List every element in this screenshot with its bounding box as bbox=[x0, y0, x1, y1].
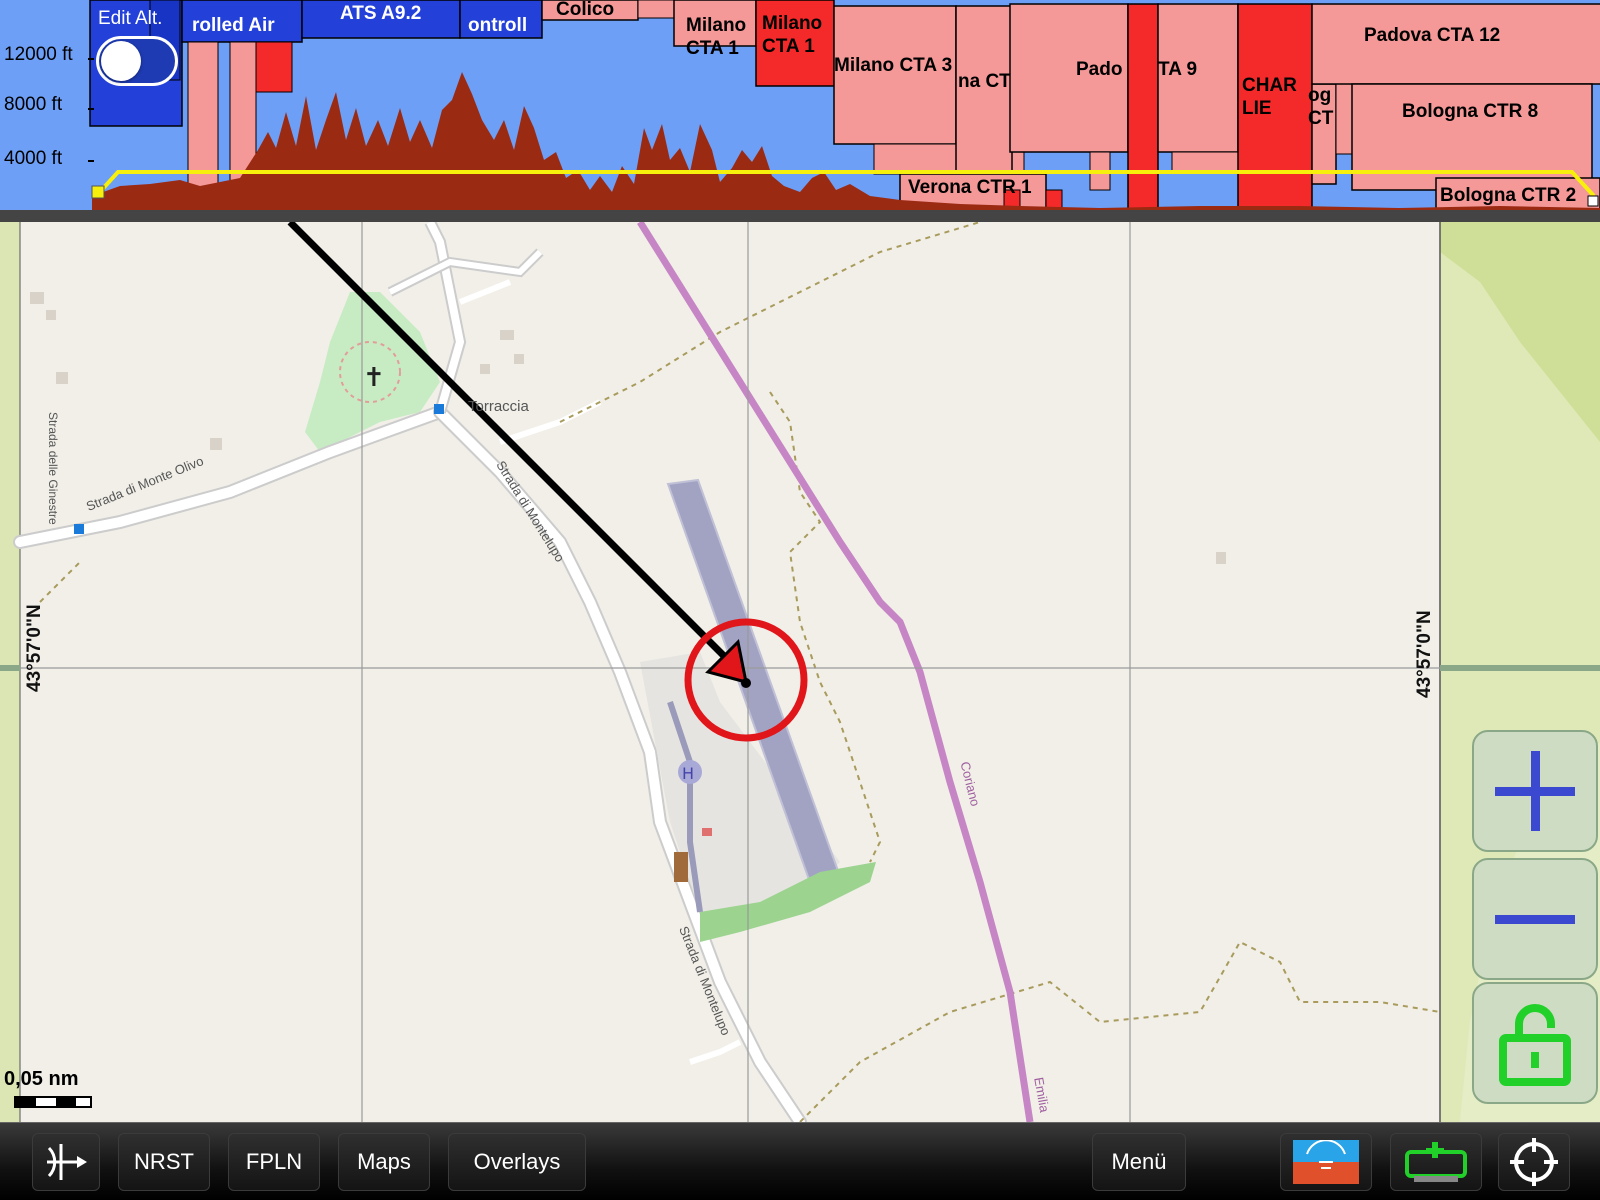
minus-icon bbox=[1495, 915, 1575, 924]
airspace-label: Bologna CTR 8 bbox=[1402, 101, 1539, 122]
map-graphic: ✝ H bbox=[0, 222, 1600, 1122]
place-label: Torraccia bbox=[468, 398, 529, 415]
airspace-label: rolled Air bbox=[192, 15, 275, 36]
svg-text:H: H bbox=[682, 764, 694, 783]
altitude-tick bbox=[88, 58, 94, 60]
menu-button[interactable]: Menü bbox=[1092, 1133, 1186, 1191]
airspace-label: Pado bbox=[1076, 59, 1123, 80]
airspace-label: Padova CTA 12 bbox=[1364, 25, 1501, 46]
fpln-label: FPLN bbox=[245, 1149, 303, 1174]
direct-to-icon bbox=[47, 1144, 87, 1180]
maps-button[interactable]: Maps bbox=[338, 1133, 430, 1191]
airspace-label: TA 9 bbox=[1158, 59, 1198, 80]
zoom-out-button[interactable] bbox=[1472, 858, 1598, 980]
nrst-button[interactable]: NRST bbox=[118, 1133, 210, 1191]
airspace-label: na CT bbox=[958, 71, 1011, 92]
altitude-tick bbox=[88, 160, 94, 162]
fpln-button[interactable]: FPLN bbox=[228, 1133, 320, 1191]
airspace-label: Milano CTA 1 bbox=[686, 15, 747, 59]
lock-open-icon bbox=[1499, 1004, 1571, 1086]
altitude-label-4000: 4000 ft bbox=[4, 148, 63, 169]
device-status-icon bbox=[1405, 1142, 1467, 1182]
airspace-label: Verona CTR 1 bbox=[908, 177, 1032, 198]
attitude-indicator-icon bbox=[1293, 1140, 1359, 1184]
altitude-label-12000: 12000 ft bbox=[4, 44, 73, 65]
svg-text:✝: ✝ bbox=[363, 363, 385, 393]
latitude-label-right: 43°57'0"N bbox=[1414, 610, 1435, 698]
maps-label: Maps bbox=[357, 1149, 411, 1174]
airspace-label: CHAR LIE bbox=[1242, 75, 1297, 119]
app-root: 12000 ft 8000 ft 4000 ft rolled Air ATS … bbox=[0, 0, 1600, 1200]
overlays-button[interactable]: Overlays bbox=[448, 1133, 586, 1191]
map-scale-bar bbox=[14, 1096, 92, 1108]
direct-to-button[interactable] bbox=[32, 1133, 100, 1191]
overlays-label: Overlays bbox=[473, 1149, 561, 1174]
edit-alt-label: Edit Alt. bbox=[98, 8, 163, 29]
airspace-label: og CT bbox=[1308, 85, 1334, 129]
crosshair-icon bbox=[1510, 1138, 1558, 1186]
airspace-label: Milano CTA 1 bbox=[762, 13, 823, 57]
nrst-label: NRST bbox=[134, 1149, 194, 1174]
toggle-knob bbox=[101, 41, 141, 81]
airspace-label: ontroll bbox=[468, 15, 528, 36]
altitude-tick bbox=[88, 108, 94, 110]
profile-divider[interactable] bbox=[0, 210, 1600, 222]
airspace-label: ATS A9.2 bbox=[340, 3, 422, 24]
center-map-button[interactable] bbox=[1498, 1133, 1570, 1191]
bottom-toolbar: NRST FPLN Maps Overlays Menü bbox=[0, 1122, 1600, 1200]
zoom-in-button[interactable] bbox=[1472, 730, 1598, 852]
airspace-label: Milano CTA 3 bbox=[834, 55, 953, 76]
road-label: Strada delle Ginestre bbox=[46, 412, 60, 525]
attitude-indicator-button[interactable] bbox=[1280, 1133, 1372, 1191]
menu-label: Menü bbox=[1111, 1149, 1167, 1174]
moving-map[interactable]: ✝ H Torraccia Strada di Monte Olivo Stra… bbox=[0, 222, 1600, 1122]
vertical-profile[interactable]: 12000 ft 8000 ft 4000 ft rolled Air ATS … bbox=[0, 0, 1600, 212]
device-status-button[interactable] bbox=[1390, 1133, 1482, 1191]
airspace-label: Colico bbox=[556, 0, 615, 20]
plus-icon bbox=[1495, 751, 1575, 831]
latitude-label-left: 43°57'0"N bbox=[24, 604, 45, 692]
altitude-label-8000: 8000 ft bbox=[4, 94, 63, 115]
edit-alt-toggle[interactable] bbox=[96, 36, 178, 86]
map-scale-label: 0,05 nm bbox=[4, 1068, 79, 1090]
map-lock-button[interactable] bbox=[1472, 982, 1598, 1104]
airspace-label: Bologna CTR 2 bbox=[1440, 185, 1577, 206]
